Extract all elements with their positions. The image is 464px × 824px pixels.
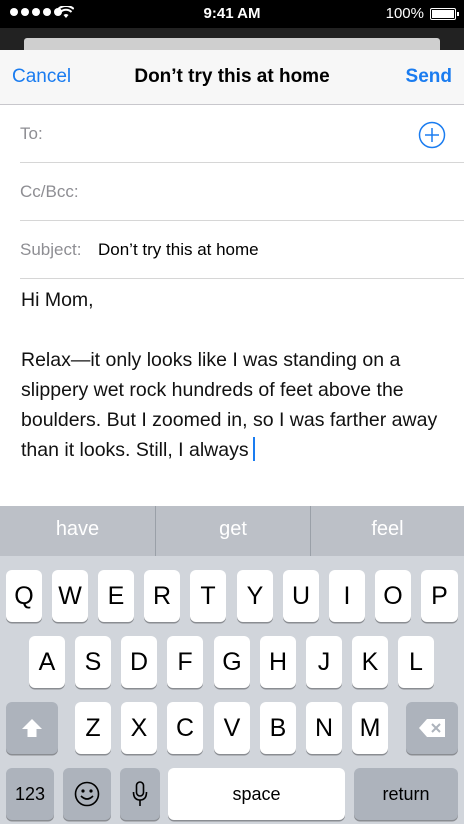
key-u[interactable]: U: [283, 570, 319, 622]
subject-input[interactable]: Don’t try this at home: [98, 240, 259, 260]
to-field[interactable]: To:: [20, 105, 464, 163]
cc-bcc-label: Cc/Bcc:: [20, 182, 79, 201]
key-n[interactable]: N: [306, 702, 342, 754]
key-f[interactable]: F: [167, 636, 203, 688]
key-a[interactable]: A: [29, 636, 65, 688]
key-e[interactable]: E: [98, 570, 134, 622]
message-text: Relax—it only looks like I was standing …: [21, 349, 438, 461]
key-r[interactable]: R: [144, 570, 180, 622]
key-z[interactable]: Z: [75, 702, 111, 754]
shift-key[interactable]: [6, 702, 58, 754]
emoji-icon: [74, 781, 100, 807]
key-v[interactable]: V: [214, 702, 250, 754]
key-o[interactable]: O: [375, 570, 411, 622]
message-body[interactable]: Hi Mom, Relax—it only looks like I was s…: [21, 285, 451, 465]
key-y[interactable]: Y: [237, 570, 273, 622]
message-paragraph: Relax—it only looks like I was standing …: [21, 345, 451, 465]
key-s[interactable]: S: [75, 636, 111, 688]
prediction-1[interactable]: have: [0, 506, 155, 556]
send-button[interactable]: Send: [406, 66, 452, 88]
compose-sheet: Cancel Don’t try this at home Send To: C…: [0, 50, 464, 506]
key-h[interactable]: H: [260, 636, 296, 688]
return-key[interactable]: return: [354, 768, 458, 820]
dictation-key[interactable]: [120, 768, 160, 820]
keyboard: have get feel Q W E R T Y U I O P A S D …: [0, 506, 464, 824]
key-g[interactable]: G: [214, 636, 250, 688]
key-p[interactable]: P: [421, 570, 458, 622]
key-k[interactable]: K: [352, 636, 388, 688]
predictive-bar: have get feel: [0, 506, 464, 556]
battery-percent: 100%: [385, 5, 424, 22]
to-label: To:: [20, 124, 43, 143]
key-t[interactable]: T: [190, 570, 226, 622]
greeting-text: Hi Mom,: [21, 289, 94, 311]
emoji-key[interactable]: [63, 768, 111, 820]
prediction-3[interactable]: feel: [311, 506, 464, 556]
text-cursor: [252, 437, 255, 461]
navigation-bar: Cancel Don’t try this at home Send: [0, 50, 464, 105]
key-d[interactable]: D: [121, 636, 157, 688]
key-b[interactable]: B: [260, 702, 296, 754]
key-m[interactable]: M: [352, 702, 388, 754]
shift-icon: [22, 719, 42, 737]
backspace-icon: [419, 719, 445, 737]
delete-key[interactable]: [406, 702, 458, 754]
add-contact-icon[interactable]: [418, 121, 446, 149]
subject-field[interactable]: Subject: Don’t try this at home: [20, 221, 464, 279]
space-key[interactable]: space: [168, 768, 345, 820]
battery-icon: [430, 8, 459, 20]
key-q[interactable]: Q: [6, 570, 42, 622]
numbers-key[interactable]: 123: [6, 768, 54, 820]
status-bar: 9:41 AM 100%: [0, 0, 464, 28]
microphone-icon: [132, 781, 148, 806]
key-l[interactable]: L: [398, 636, 434, 688]
key-j[interactable]: J: [306, 636, 342, 688]
key-i[interactable]: I: [329, 570, 365, 622]
key-c[interactable]: C: [167, 702, 203, 754]
prediction-2[interactable]: get: [156, 506, 310, 556]
cc-bcc-field[interactable]: Cc/Bcc:: [20, 163, 464, 221]
key-x[interactable]: X: [121, 702, 157, 754]
key-w[interactable]: W: [52, 570, 88, 622]
subject-label: Subject:: [20, 240, 82, 259]
page-title: Don’t try this at home: [134, 66, 330, 87]
